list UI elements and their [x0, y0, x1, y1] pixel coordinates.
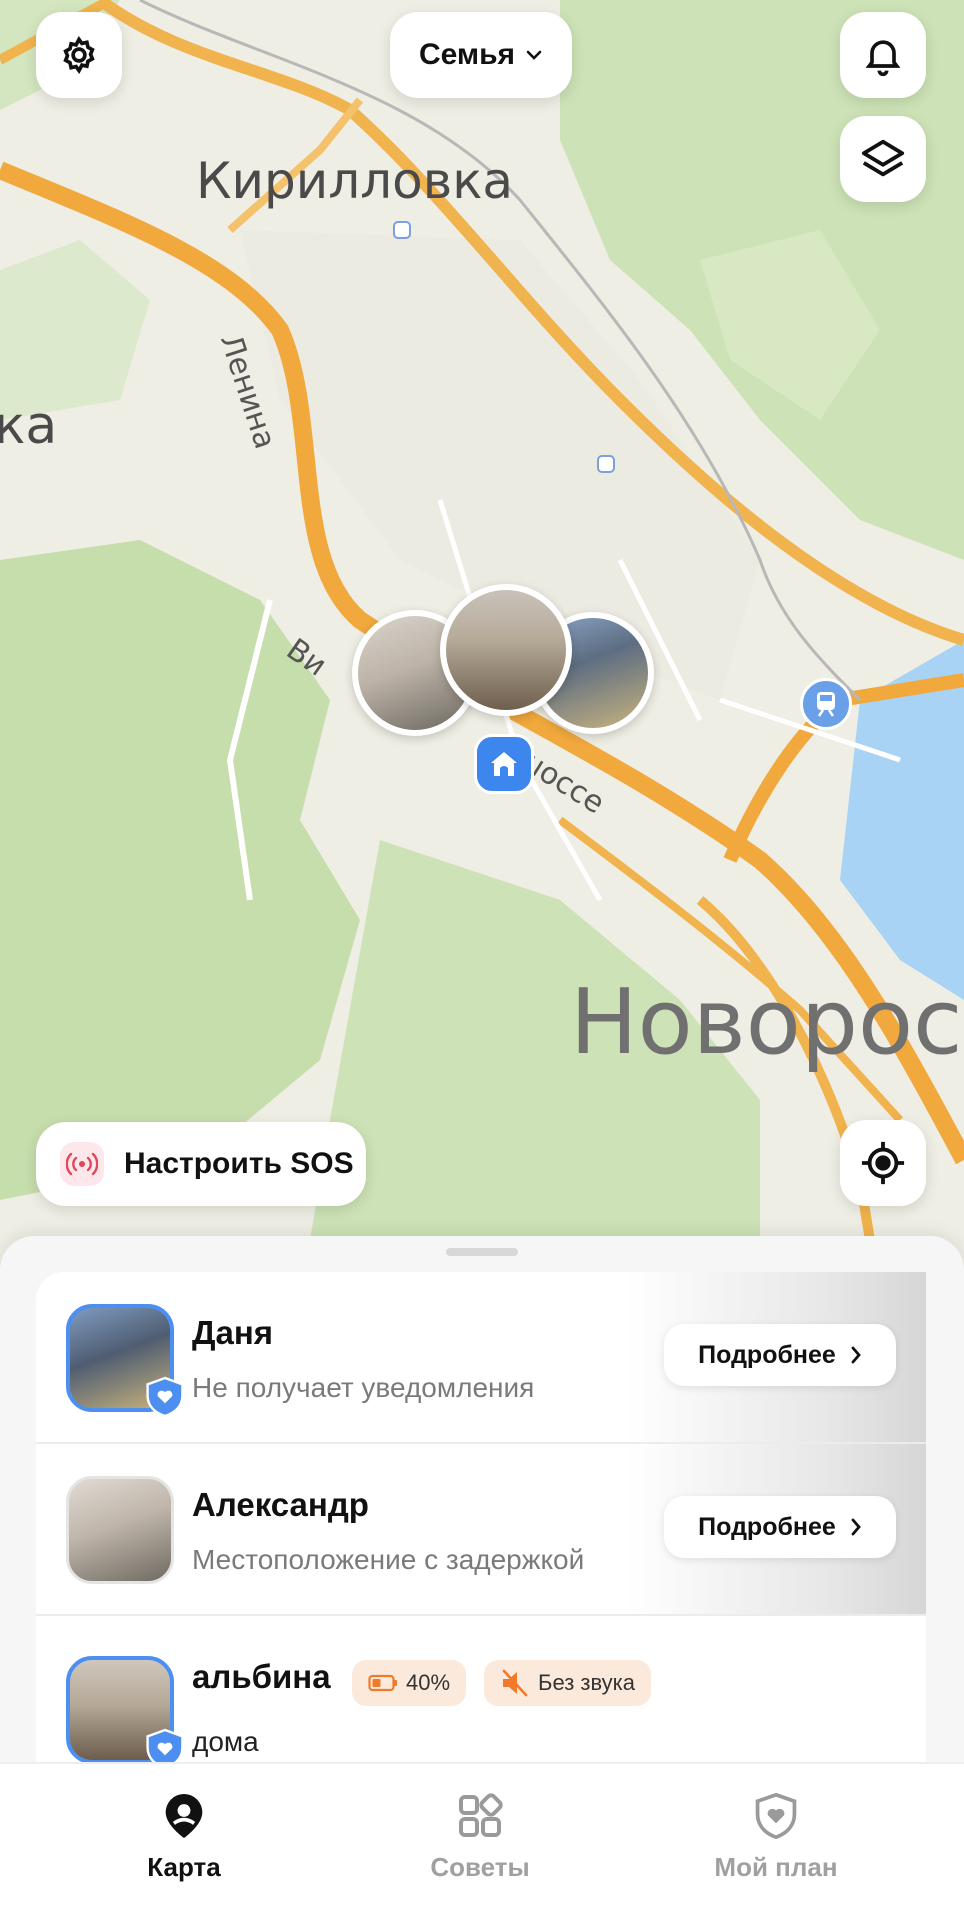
member-row-aleksandr[interactable]: Александр Местоположение с задержкой Под…	[36, 1444, 926, 1614]
member-status: Местоположение с задержкой	[192, 1544, 585, 1575]
sound-status: Без звука	[538, 1670, 636, 1695]
details-button[interactable]: Подробнее	[664, 1324, 896, 1386]
home-pin-icon[interactable]	[474, 734, 534, 794]
tab-tips-label: Советы	[430, 1852, 530, 1882]
family-selector-label: Семья	[418, 38, 516, 71]
setup-sos-button[interactable]: Настроить SOS	[36, 1122, 366, 1206]
sheet-drag-handle[interactable]	[446, 1248, 518, 1256]
chevron-down-icon	[526, 50, 542, 60]
battery-badge: 40%	[352, 1660, 467, 1706]
battery-level: 40%	[406, 1670, 451, 1695]
bottom-tab-bar: Карта Советы Мой план	[0, 1762, 964, 1920]
shield-heart-icon	[755, 1792, 797, 1840]
notifications-button[interactable]	[840, 12, 926, 98]
chevron-right-icon	[851, 1346, 861, 1364]
shield-heart-icon	[146, 1376, 184, 1418]
shield-heart-icon	[146, 1728, 184, 1766]
layers-icon	[861, 139, 905, 177]
tab-map-label: Карта	[147, 1852, 221, 1882]
member-name: Даня	[192, 1314, 274, 1351]
map-label-kirillovka: Кирилловка	[196, 152, 514, 210]
member-marker-albina[interactable]	[440, 584, 572, 716]
tab-my-plan[interactable]: Мой план	[666, 1792, 886, 1883]
member-name: Александр	[192, 1486, 369, 1523]
details-button[interactable]: Подробнее	[664, 1496, 896, 1558]
sos-signal-icon	[60, 1142, 104, 1186]
member-name: альбина	[192, 1658, 331, 1695]
battery-low-icon	[368, 1674, 397, 1692]
family-selector[interactable]: Семья	[390, 12, 572, 98]
speaker-muted-icon	[502, 1669, 528, 1697]
map-pin-icon	[165, 1794, 203, 1838]
train-station-icon	[800, 678, 852, 730]
member-status: дома	[192, 1726, 259, 1757]
tab-map[interactable]: Карта	[74, 1792, 294, 1883]
member-row-danya[interactable]: Даня Не получает уведомления Подробнее	[36, 1272, 926, 1442]
grid-icon	[459, 1793, 503, 1837]
setup-sos-label: Настроить SOS	[124, 1147, 354, 1180]
avatar	[66, 1476, 174, 1584]
settings-button[interactable]	[36, 12, 122, 98]
gear-icon	[63, 35, 95, 75]
map-label-novo: Новорос	[570, 970, 963, 1075]
sound-off-badge: Без звука	[484, 1660, 652, 1706]
map-view[interactable]: Кирилловка ка Ленина Ви шоссе Новорос Се…	[0, 0, 964, 1300]
bell-icon	[865, 40, 901, 77]
tab-my-plan-label: Мой план	[714, 1852, 838, 1882]
crosshair-icon	[861, 1141, 905, 1185]
member-status: Не получает уведомления	[192, 1372, 535, 1403]
my-location-button[interactable]	[840, 1120, 926, 1206]
details-button-label: Подробнее	[698, 1512, 836, 1541]
map-label-ka: ка	[0, 396, 58, 456]
members-sheet[interactable]: Даня Не получает уведомления Подробнее А…	[0, 1236, 964, 1766]
member-row-albina[interactable]: альбина 40% Без звука дома 2	[36, 1616, 926, 1766]
tab-tips[interactable]: Советы	[370, 1792, 590, 1883]
map-layers-button[interactable]	[840, 116, 926, 202]
chevron-right-icon	[851, 1518, 861, 1536]
details-button-label: Подробнее	[698, 1340, 836, 1369]
